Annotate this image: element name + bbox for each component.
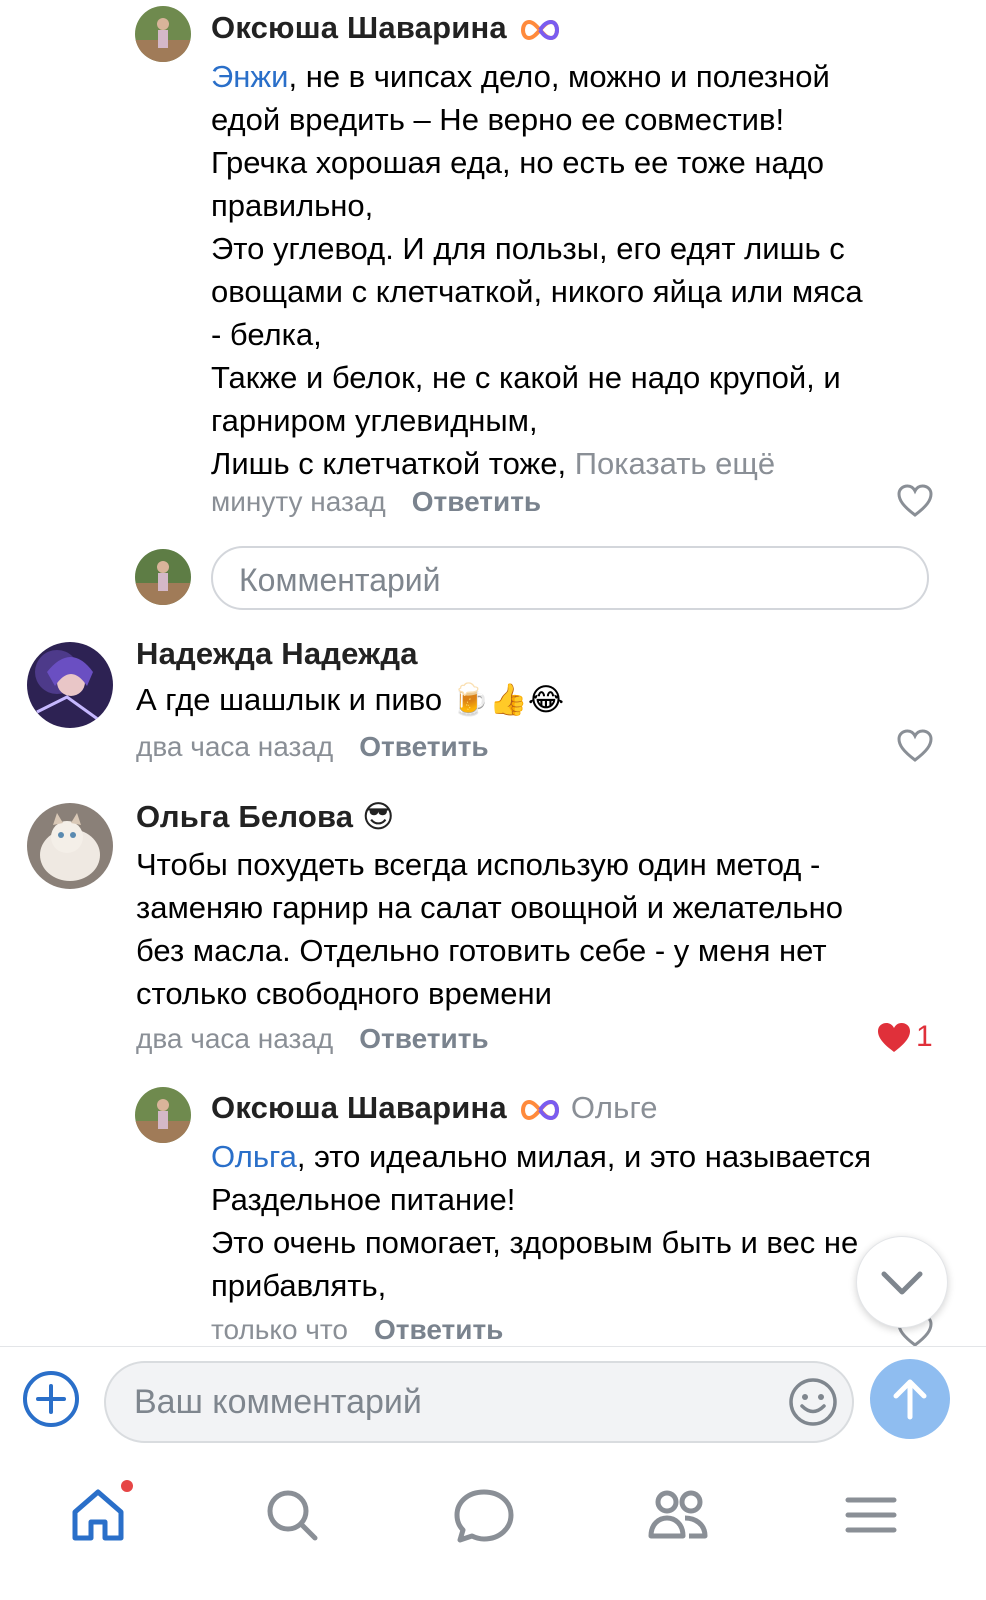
chevron-down-icon — [881, 1271, 923, 1295]
liked-heart-icon[interactable] — [876, 1021, 912, 1055]
search-icon — [267, 1490, 318, 1541]
tab-friends[interactable] — [643, 1480, 713, 1550]
add-attachment-icon[interactable] — [21, 1369, 81, 1429]
arrow-up-icon — [893, 1379, 927, 1420]
bottom-tab-bar — [0, 1456, 986, 1600]
friends-icon — [648, 1490, 708, 1539]
comment-author[interactable]: Надежда Надежда — [136, 636, 418, 672]
reply-button[interactable]: Ответить — [359, 731, 488, 762]
infinity-badge-icon — [520, 1099, 559, 1120]
reply-to-label[interactable]: Ольге — [571, 1090, 658, 1125]
avatar[interactable] — [27, 642, 113, 728]
messages-icon — [454, 1489, 514, 1543]
mention-link[interactable]: Ольга — [211, 1139, 297, 1174]
emoji-picker-icon[interactable] — [786, 1375, 840, 1429]
comment-author[interactable]: Оксюша Шаварина Ольге — [211, 1090, 658, 1126]
comment-text: Энжи, не в чипсах дело, можно и полезной… — [211, 59, 863, 481]
menu-icon — [845, 1497, 897, 1533]
avatar[interactable] — [135, 6, 191, 62]
like-heart-icon[interactable] — [897, 729, 933, 763]
reply-button[interactable]: Ответить — [359, 1023, 488, 1054]
like-count: 1 — [916, 1020, 933, 1053]
reply-button[interactable]: Ответить — [412, 486, 541, 517]
comment-time: два часа назад — [136, 731, 334, 762]
composer-bar: Ваш комментарий — [0, 1346, 986, 1456]
comment-text: Чтобы похудеть всегда использую один мет… — [136, 847, 843, 1011]
comment-time: только что — [211, 1314, 348, 1345]
emoji-sequence: 🍺👍😂 — [450, 682, 565, 718]
comment-input[interactable]: Комментарий — [211, 546, 929, 610]
comment-meta: минуту назад Ответить — [211, 486, 541, 518]
mention-link[interactable]: Энжи — [211, 59, 288, 94]
tab-menu[interactable] — [836, 1480, 906, 1550]
sunglasses-emoji: 😎 — [362, 799, 395, 835]
comment-time: два часа назад — [136, 1023, 334, 1054]
comment-author[interactable]: Оксюша Шаварина — [211, 10, 563, 46]
avatar — [135, 549, 191, 605]
avatar[interactable] — [135, 1087, 191, 1143]
comment-time: минуту назад — [211, 486, 386, 517]
like-heart-icon[interactable] — [897, 484, 933, 518]
infinity-badge-icon — [520, 19, 559, 40]
tab-home[interactable] — [63, 1480, 133, 1550]
show-more-link[interactable]: Показать ещё — [575, 446, 775, 481]
scroll-down-button[interactable] — [856, 1236, 948, 1328]
send-button[interactable] — [870, 1359, 950, 1439]
comment-text: Ольга, это идеально милая, и это называе… — [211, 1139, 871, 1303]
notification-dot — [121, 1480, 133, 1492]
comment-meta: два часа назад Ответить — [136, 1023, 489, 1055]
avatar[interactable] — [27, 803, 113, 889]
reply-button[interactable]: Ответить — [374, 1314, 503, 1345]
comment-text: А где шашлык и пиво 🍺👍😂 — [136, 682, 565, 718]
tab-messages[interactable] — [449, 1480, 519, 1550]
tab-search[interactable] — [257, 1480, 327, 1550]
comment-meta: два часа назад Ответить — [136, 731, 489, 763]
comment-meta: только что Ответить — [211, 1314, 503, 1346]
composer-input[interactable]: Ваш комментарий — [104, 1361, 854, 1443]
comment-author[interactable]: Ольга Белова 😎 — [136, 799, 395, 835]
comments-feed[interactable]: Оксюша Шаварина Энжи, не в чипсах дело, … — [0, 0, 986, 1374]
